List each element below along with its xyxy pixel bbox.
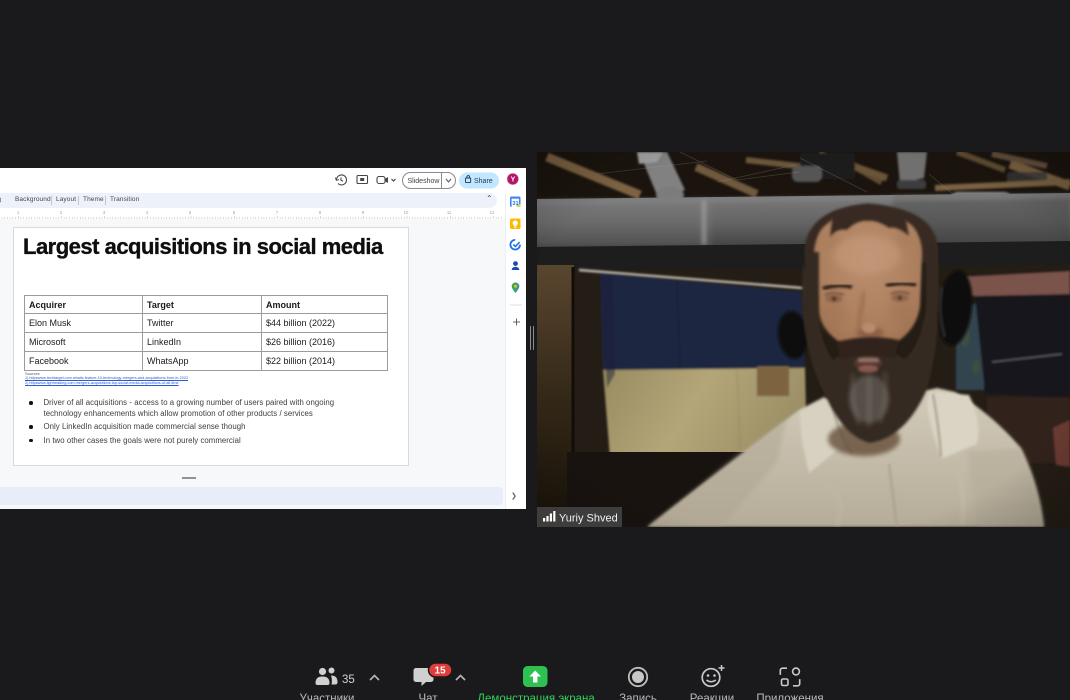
svg-text:Share: Share [474,178,493,185]
svg-text:Запись: Запись [619,693,657,700]
svg-text:Y: Y [511,177,516,184]
svg-text:12: 12 [490,210,495,215]
svg-text:35: 35 [342,674,355,686]
svg-text:Участники: Участники [300,693,355,700]
svg-text:6: 6 [233,210,236,215]
svg-text:Демонстрация экрана: Демонстрация экрана [477,693,595,700]
svg-text:Реакции: Реакции [690,693,734,700]
svg-text:3: 3 [103,210,106,215]
svg-text:1: 1 [17,210,20,215]
svg-text:Приложения: Приложения [756,693,823,700]
svg-text:7: 7 [276,210,279,215]
svg-text:9: 9 [362,210,365,215]
svg-text:2: 2 [60,210,63,215]
svg-text:15: 15 [434,666,446,677]
svg-text:Чат: Чат [418,693,438,700]
svg-text:5: 5 [189,210,192,215]
svg-text:Yuriy Shved: Yuriy Shved [559,513,618,525]
svg-text:8: 8 [319,210,322,215]
svg-text:11: 11 [447,210,452,215]
svg-text:31: 31 [512,201,518,207]
svg-text:Slideshow: Slideshow [408,178,441,185]
svg-text:4: 4 [146,210,149,215]
svg-text:10: 10 [404,210,409,215]
